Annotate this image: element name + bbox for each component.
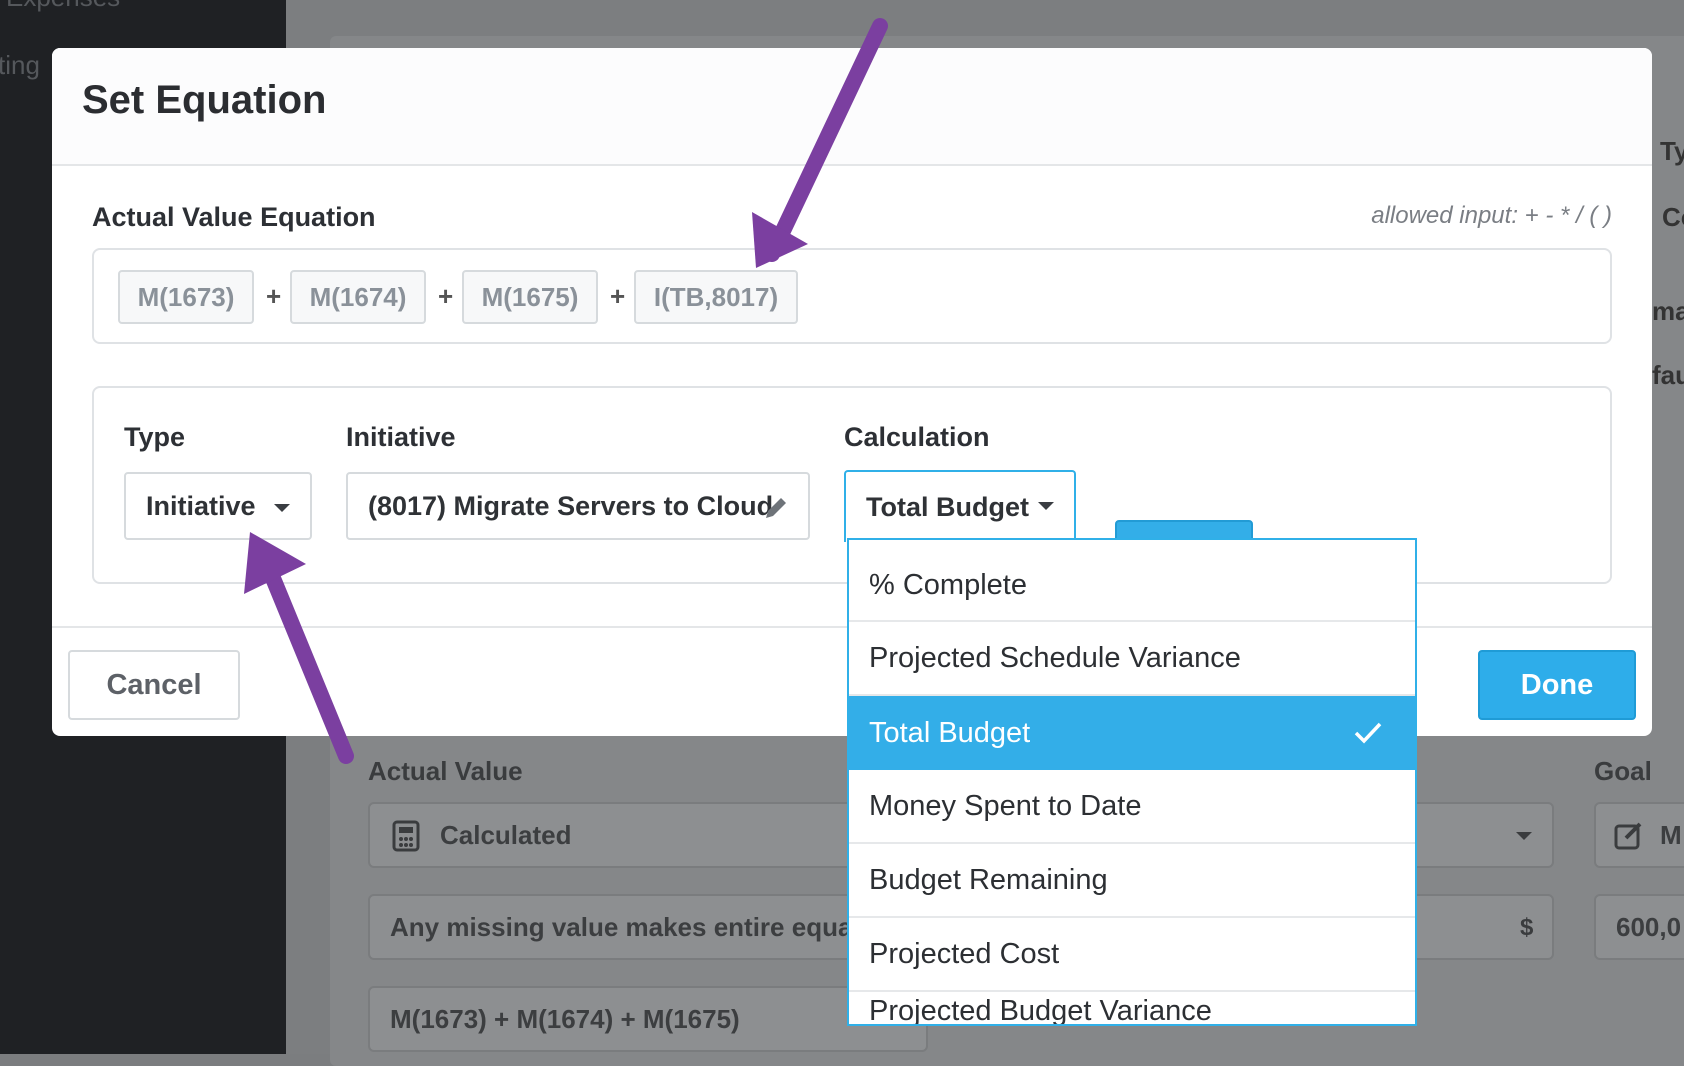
arrow-to-token-icon (752, 18, 888, 268)
annotation-arrows (244, 18, 888, 764)
arrow-to-type-select-icon (244, 532, 354, 764)
